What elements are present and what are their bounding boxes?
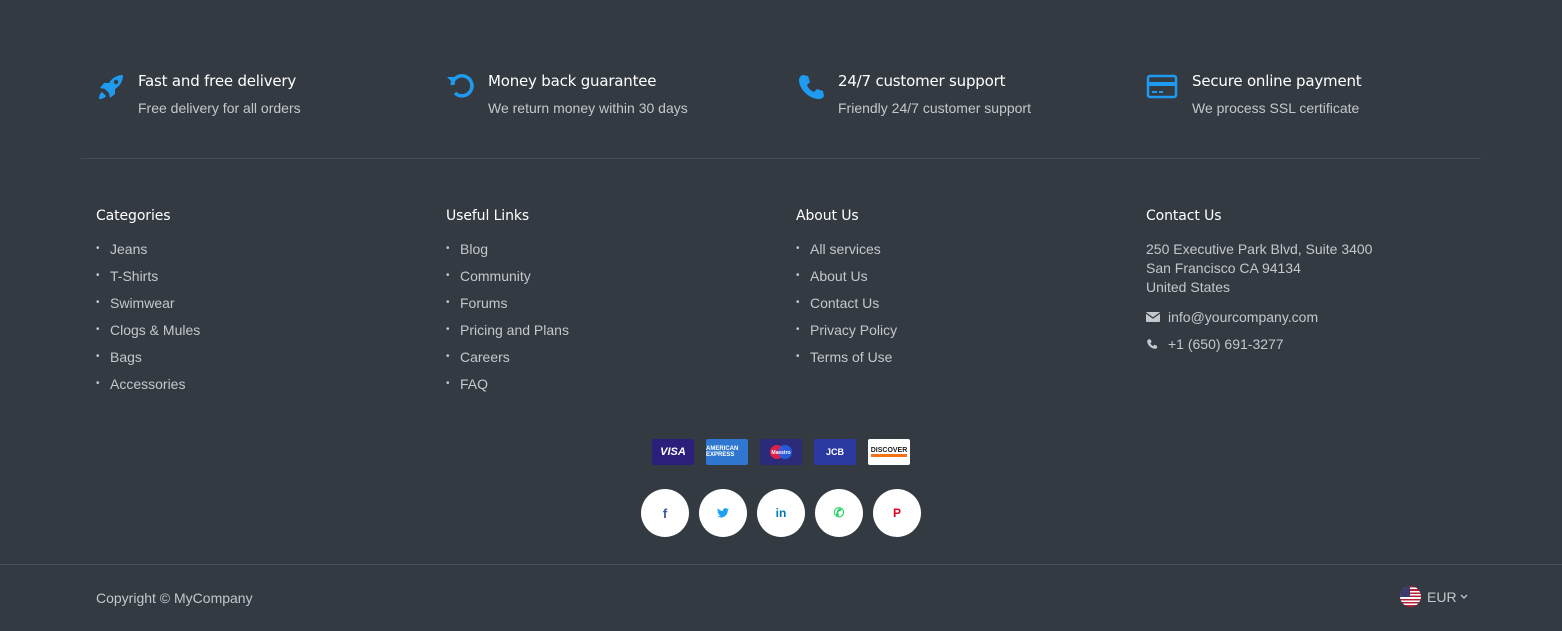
maestro-card-icon: Maestro [760,439,802,465]
category-link-tshirts[interactable]: • T-Shirts [96,267,431,294]
link-label[interactable]: Forums [460,294,507,312]
category-link-swimwear[interactable]: • Swimwear [96,294,431,321]
feature-title: Fast and free delivery [138,72,297,90]
link-label[interactable]: Contact Us [810,294,879,312]
feature-payment: Secure online payment We process SSL cer… [1131,72,1481,117]
pinterest-icon[interactable]: P [873,489,921,537]
column-heading: Useful Links [446,208,530,224]
link-label[interactable]: T-Shirts [110,267,158,285]
credit-card-icon [1146,72,1178,102]
footer-columns: Categories • Jeans • T-Shirts • Swimwear • C… [81,207,1481,402]
amex-card-icon: AMERICAN EXPRESS [706,439,748,465]
link-label[interactable]: Jeans [110,240,147,258]
feature-desc: We process SSL certificate [1192,100,1360,116]
pinterest-glyph: P [892,506,901,520]
link-label[interactable]: Accessories [110,375,185,393]
email-text[interactable]: info@yourcompany.com [1168,309,1318,325]
contact-column: Contact Us 250 Executive Park Blvd, Suit… [1131,207,1481,402]
column-heading: Categories [96,208,171,224]
category-link-bags[interactable]: • Bags [96,348,431,375]
about-us-column: About Us • All services • About Us • Contac… [781,207,1131,402]
currency-selector[interactable]: EUR [1400,586,1468,607]
address-line: United States [1146,279,1231,295]
whatsapp-icon[interactable]: ✆ [815,489,863,537]
features-row: Fast and free delivery Free delivery for… [81,72,1481,117]
useful-link-blog[interactable]: • Blog [446,240,781,267]
linkedin-glyph: in [775,506,787,520]
link-label[interactable]: Terms of Use [810,348,892,366]
envelope-icon [1146,311,1168,323]
useful-link-careers[interactable]: • Careers [446,348,781,375]
rocket-icon [96,72,126,102]
us-flag-icon [1400,586,1421,607]
category-link-accessories[interactable]: • Accessories [96,375,431,402]
column-heading: Contact Us [1146,208,1222,224]
feature-delivery: Fast and free delivery Free delivery for… [81,72,431,117]
whatsapp-glyph: ✆ [833,505,845,520]
social-links: f t in ✆ P [641,489,921,537]
maestro-label: Maestro [771,450,790,456]
phone-link[interactable]: +1 (650) 691-3277 [1146,330,1481,357]
linkedin-icon[interactable]: in [757,489,805,537]
phone-text[interactable]: +1 (650) 691-3277 [1168,336,1284,352]
feature-desc: We return money within 30 days [488,100,688,116]
refresh-icon [446,72,476,102]
about-link-services[interactable]: • All services [796,240,1131,267]
copyright-text: Copyright © MyCompany [96,590,253,606]
useful-links-column: Useful Links • Blog • Community • Forums • P… [431,207,781,402]
discover-label: DISCOVER [870,447,908,457]
link-label[interactable]: Pricing and Plans [460,321,569,339]
about-link-terms[interactable]: • Terms of Use [796,348,1131,375]
useful-link-pricing[interactable]: • Pricing and Plans [446,321,781,348]
currency-label[interactable]: EUR [1427,589,1457,605]
link-label[interactable]: Privacy Policy [810,321,897,339]
discover-card-icon: DISCOVER [868,439,910,465]
payment-methods: VISA AMERICAN EXPRESS Maestro JCB DISCOV… [652,439,910,465]
link-label[interactable]: Blog [460,240,488,258]
facebook-glyph: f [662,505,668,521]
link-label[interactable]: Community [460,267,531,285]
link-label[interactable]: Careers [460,348,510,366]
feature-desc: Friendly 24/7 customer support [838,100,1031,116]
feature-money-back: Money back guarantee We return money wit… [431,72,781,117]
twitter-icon[interactable]: t [699,489,747,537]
address-line: 250 Executive Park Blvd, Suite 3400 [1146,241,1373,257]
link-label[interactable]: All services [810,240,881,258]
about-link-privacy[interactable]: • Privacy Policy [796,321,1131,348]
phone-icon [1146,338,1168,350]
useful-link-community[interactable]: • Community [446,267,781,294]
address: 250 Executive Park Blvd, Suite 3400 San … [1146,240,1481,297]
column-heading: About Us [796,208,859,224]
phone-icon [796,72,826,102]
email-link[interactable]: info@yourcompany.com [1146,303,1481,330]
facebook-icon[interactable]: f [641,489,689,537]
feature-title: Secure online payment [1192,72,1362,90]
categories-column: Categories • Jeans • T-Shirts • Swimwear • C… [81,207,431,402]
link-label[interactable]: Clogs & Mules [110,321,200,339]
feature-title: Money back guarantee [488,72,657,90]
category-link-clogs[interactable]: • Clogs & Mules [96,321,431,348]
link-label[interactable]: Swimwear [110,294,175,312]
feature-title: 24/7 customer support [838,72,1006,90]
useful-link-forums[interactable]: • Forums [446,294,781,321]
link-label[interactable]: About Us [810,267,868,285]
about-link-contact[interactable]: • Contact Us [796,294,1131,321]
chevron-down-icon [1460,594,1468,600]
feature-support: 24/7 customer support Friendly 24/7 cust… [781,72,1131,117]
link-label[interactable]: FAQ [460,375,488,393]
useful-link-faq[interactable]: • FAQ [446,375,781,402]
link-label[interactable]: Bags [110,348,142,366]
category-link-jeans[interactable]: • Jeans [96,240,431,267]
divider [81,158,1481,159]
about-link-about[interactable]: • About Us [796,267,1131,294]
visa-card-icon: VISA [652,439,694,465]
feature-desc: Free delivery for all orders [138,100,301,116]
jcb-card-icon: JCB [814,439,856,465]
address-line: San Francisco CA 94134 [1146,260,1301,276]
